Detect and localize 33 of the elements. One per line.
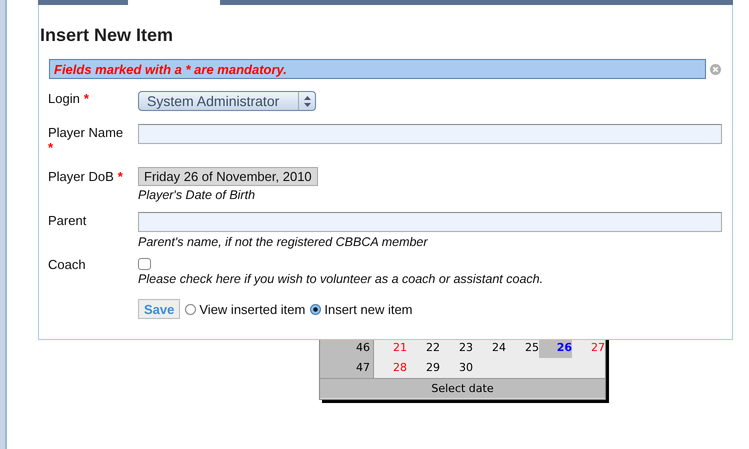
calendar-day[interactable]: 24 xyxy=(473,338,506,358)
date-button[interactable]: Friday 26 of November, 2010 xyxy=(138,167,318,186)
dialog-title: Insert New Item xyxy=(40,25,174,47)
radio-label: Insert new item xyxy=(324,302,413,316)
radio-button[interactable] xyxy=(310,304,322,314)
field-label: Parent xyxy=(48,213,86,228)
calendar-footer: Select date xyxy=(320,378,605,399)
field-label: Coach xyxy=(48,257,86,272)
checkbox[interactable] xyxy=(138,258,151,270)
field-hint: Parent's name, if not the registered CBBCA member xyxy=(138,235,429,249)
required-mark: * xyxy=(118,169,123,184)
week-number: 46 xyxy=(320,338,374,358)
field-hint: Player's Date of Birth xyxy=(138,188,256,202)
week-number: 47 xyxy=(320,358,374,378)
field-label: Player DoB xyxy=(48,169,114,184)
calendar-day[interactable]: 26 xyxy=(539,338,572,358)
required-mark: * xyxy=(84,91,89,106)
login-select[interactable]: System Administrator xyxy=(138,91,316,111)
required-mark: * xyxy=(48,141,54,155)
calendar-day[interactable]: 30 xyxy=(440,358,473,378)
field-label: Login xyxy=(48,91,80,106)
field-hint: Please check here if you wish to volunteer as a coach or assistant coach. xyxy=(138,272,544,286)
radio-button[interactable] xyxy=(185,304,196,314)
close-icon[interactable] xyxy=(710,64,721,74)
text-field[interactable] xyxy=(138,124,722,144)
calendar-day[interactable]: 23 xyxy=(440,338,473,358)
field-label: Player Name xyxy=(48,125,124,140)
text-field[interactable] xyxy=(138,212,722,232)
notice-message: Fields marked with a * are mandatory. xyxy=(49,59,706,79)
radio-label: View inserted item xyxy=(199,302,306,316)
calendar-day[interactable]: 22 xyxy=(407,338,440,358)
calendar-day[interactable]: 29 xyxy=(407,358,440,378)
calendar-day[interactable]: 25 xyxy=(506,338,539,358)
